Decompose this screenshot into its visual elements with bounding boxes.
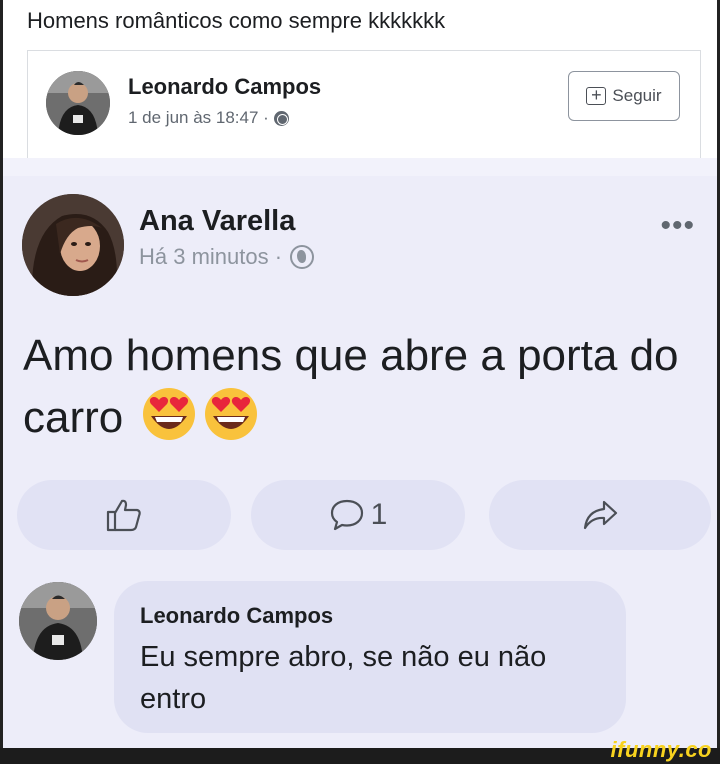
author-name[interactable]: Leonardo Campos	[128, 74, 321, 100]
follow-button[interactable]: Seguir	[568, 71, 680, 121]
comment-bubble: Leonardo Campos Eu sempre abro, se não e…	[114, 581, 626, 733]
globe-icon	[290, 245, 315, 269]
shared-post-header: Leonardo Campos 1 de jun às 18:47 · Segu…	[27, 50, 701, 158]
share-button[interactable]	[489, 480, 711, 550]
comment-button[interactable]: 1	[251, 480, 465, 550]
post-meta: Há 3 minutos ·	[139, 244, 315, 270]
comment-author[interactable]: Leonardo Campos	[140, 603, 333, 629]
more-options-icon[interactable]: •••	[660, 211, 695, 241]
thumbs-up-icon	[106, 499, 141, 532]
post-actions: 1	[17, 480, 711, 550]
comment-count: 1	[370, 498, 388, 531]
post-date: 1 de jun às 18:47 ·	[128, 108, 269, 127]
post-body: Amo homens que abre a porta do carro	[23, 331, 679, 442]
add-follow-icon	[586, 85, 607, 105]
author-name[interactable]: Ana Varella	[139, 205, 295, 238]
post-caption: Homens românticos como sempre kkkkkkk	[27, 8, 446, 33]
post-text: Amo homens que abre a porta do carro	[23, 326, 683, 448]
watermark-logo: ifunny.co	[610, 737, 712, 762]
globe-icon	[273, 110, 289, 126]
avatar[interactable]	[46, 71, 110, 135]
post-time: Há 3 minutos ·	[139, 244, 283, 269]
heart-eyes-emoji-icon	[143, 388, 196, 440]
avatar[interactable]	[19, 582, 97, 660]
comment-text: Eu sempre abro, se não eu não entro	[140, 641, 547, 715]
share-icon	[583, 500, 618, 530]
follow-label: Seguir	[612, 86, 662, 105]
post-meta: 1 de jun às 18:47 ·	[128, 108, 289, 128]
heart-eyes-emoji-icon	[205, 388, 258, 440]
post-card: Ana Varella Há 3 minutos · ••• Amo homen…	[3, 158, 717, 748]
like-button[interactable]	[17, 480, 231, 550]
divider	[3, 158, 717, 176]
comment-icon	[330, 499, 363, 531]
avatar[interactable]	[22, 194, 124, 296]
